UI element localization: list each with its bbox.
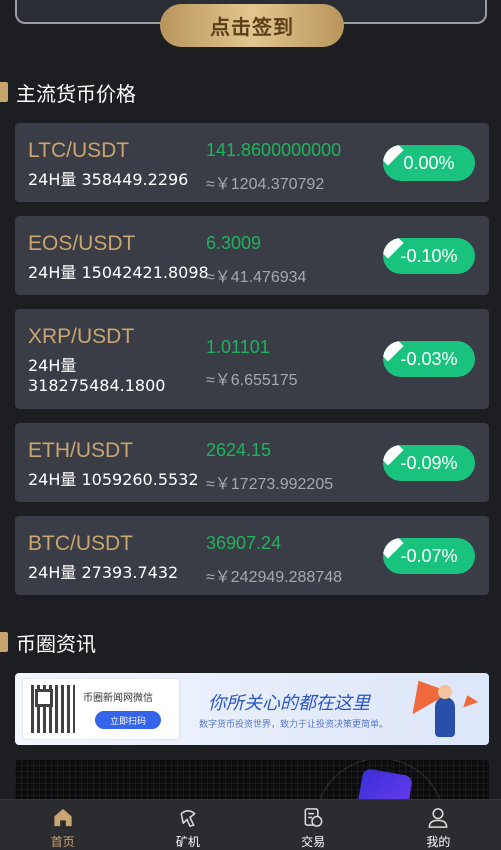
bottom-tab-bar: 首页 矿机 交易 我的 [0, 799, 501, 850]
pair-name: BTC/USDT [28, 532, 133, 555]
tab-mining[interactable]: 矿机 [125, 800, 250, 850]
change-badge: -0.07% [383, 538, 475, 574]
change-text: 0.00% [403, 152, 455, 173]
change-badge: -0.03% [383, 341, 475, 377]
tab-label: 首页 [50, 835, 75, 849]
tab-trade[interactable]: 交易 [251, 800, 376, 850]
price-cny: ≈￥17273.992205 [206, 476, 334, 493]
market-title-text: 主流货币价格 [16, 81, 136, 106]
price-usdt: 141.8600000000 [206, 140, 342, 160]
volume-value: 318275484.1800 [28, 376, 166, 395]
coin-card-btc[interactable]: BTC/USDT 24H量 27393.7432 36907.24 ≈￥2429… [15, 516, 489, 595]
volume-text: 24H量 15042421.8098 [28, 263, 209, 282]
profile-icon [428, 808, 448, 828]
price-usdt: 6.3009 [206, 233, 262, 253]
change-text: -0.09% [400, 452, 458, 473]
price-cny: ≈￥6.655175 [206, 372, 298, 389]
qr-box: 币圈新闻网微信 立即扫码 [23, 679, 179, 739]
mining-icon [180, 810, 196, 827]
person-illustration-icon [435, 685, 455, 737]
change-text: -0.03% [400, 348, 458, 369]
pair-name: LTC/USDT [28, 139, 130, 162]
change-text: -0.10% [400, 245, 458, 266]
price-cny: ≈￥1204.370792 [206, 176, 325, 193]
news-banner[interactable]: 币圈新闻网微信 立即扫码 你所关心的都在这里 数字货币投资世界，致力于让投资决策… [15, 673, 489, 745]
change-badge: -0.09% [383, 445, 475, 481]
pair-name: XRP/USDT [28, 325, 135, 348]
price-cny: ≈￥242949.288748 [206, 569, 343, 586]
market-section-title: 主流货币价格 [0, 80, 136, 106]
small-paper-plane-icon [459, 692, 479, 708]
tab-home[interactable]: 首页 [0, 800, 125, 850]
volume-label: 24H量 [28, 356, 77, 375]
tab-label: 矿机 [175, 835, 200, 849]
price-usdt: 2624.15 [206, 440, 272, 460]
qr-code-icon [31, 685, 75, 733]
section-marker [0, 82, 8, 102]
news-section-title: 币圈资讯 [0, 630, 96, 656]
tab-label: 我的 [426, 835, 451, 849]
change-badge: 0.00% [383, 145, 475, 181]
price-usdt: 1.01101 [206, 337, 270, 357]
price-usdt: 36907.24 [206, 533, 282, 553]
news-title-text: 币圈资讯 [16, 631, 96, 656]
tab-profile[interactable]: 我的 [376, 800, 501, 850]
trade-icon [304, 808, 323, 827]
volume-text: 24H量 1059260.5532 [28, 470, 199, 489]
change-text: -0.07% [400, 545, 458, 566]
volume-text: 24H量 358449.2296 [28, 170, 189, 189]
banner-subtext: 数字货币投资世界，致力于让投资决策更简单。 [199, 720, 389, 730]
pair-name: ETH/USDT [28, 439, 133, 462]
tab-label: 交易 [301, 835, 326, 849]
section-marker [0, 632, 8, 652]
qr-title: 币圈新闻网微信 [83, 693, 153, 704]
pair-name: EOS/USDT [28, 232, 136, 255]
banner-slogan: 你所关心的都在这里 [208, 693, 370, 714]
signin-button[interactable]: 点击签到 [160, 4, 344, 47]
scan-button[interactable]: 立即扫码 [95, 711, 161, 729]
change-badge: -0.10% [383, 238, 475, 274]
price-cny: ≈￥41.476934 [206, 269, 307, 286]
volume-text: 24H量 27393.7432 [28, 563, 179, 582]
home-icon [54, 808, 72, 827]
coin-card-eos[interactable]: EOS/USDT 24H量 15042421.8098 6.3009 ≈￥41.… [15, 216, 489, 295]
coin-card-eth[interactable]: ETH/USDT 24H量 1059260.5532 2624.15 ≈￥172… [15, 423, 489, 502]
coin-card-ltc[interactable]: LTC/USDT 24H量 358449.2296 141.8600000000… [15, 123, 489, 202]
coin-card-xrp[interactable]: XRP/USDT 24H量 318275484.1800 1.01101 ≈￥6… [15, 309, 489, 409]
